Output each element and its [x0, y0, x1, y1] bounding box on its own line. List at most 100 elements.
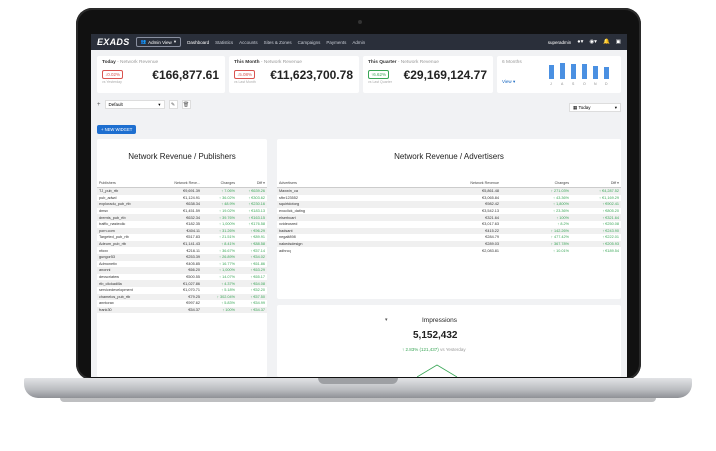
- table-cell: €5,861.48: [482, 189, 499, 194]
- nav-dashboard[interactable]: Dashboard: [187, 40, 209, 45]
- table-row[interactable]: squirtdotorg €982.42 ↑ 1,800% ↑ €902.41: [277, 201, 621, 208]
- table-row[interactable]: chamelos_pub_rtb €79.25 ↑ 302.04% ↑ €57.50: [97, 293, 267, 301]
- card-value: €166,877.61: [152, 68, 219, 82]
- table-cell: €2,083.81: [482, 248, 499, 253]
- table-row[interactable]: Admonetix €405.85 ↑ 16.77% ↑ €61.86: [97, 261, 267, 268]
- table-row[interactable]: frank30 €54.37 ↑ 100% ↑ €54.37: [97, 306, 267, 314]
- chat-icon[interactable]: ▣: [616, 39, 621, 45]
- table-row[interactable]: Adeum_pub_rtb €1,141.43 ↑ 8.41% ↑ €88.58: [97, 240, 267, 248]
- table-cell: €321.64: [485, 215, 499, 220]
- table-cell: ↑ €321.64: [602, 215, 619, 220]
- mini-bar[interactable]: [582, 64, 587, 79]
- bell-icon[interactable]: 🔔: [603, 39, 610, 45]
- table-cell: ↑ 5.83%: [221, 301, 235, 306]
- table-cell: frank30: [99, 307, 112, 312]
- chevron-down-icon: ▾: [158, 101, 161, 107]
- mini-bar[interactable]: [571, 63, 576, 79]
- nav-admin[interactable]: Admin: [352, 40, 365, 45]
- table-row[interactable]: Maxwin_ca €5,861.48 ↑ 271.03% ↑ €4,287.52: [277, 188, 621, 195]
- table-row[interactable]: exploradu_pub_rtb €638.34 ↑ 48.9% ↑ €230.16: [97, 201, 267, 208]
- table-cell: €216.11: [186, 248, 200, 253]
- app-logo[interactable]: EXADS: [97, 37, 130, 47]
- edit-icon[interactable]: ✎: [168, 100, 178, 109]
- mini-bar-chart: JASOND: [547, 60, 617, 86]
- table-cell: €405.85: [186, 261, 200, 266]
- chevron-down-icon[interactable]: ▾: [385, 317, 388, 323]
- table-cell: €1,027.86: [183, 281, 200, 286]
- table-row[interactable]: anntorax €997.62 ↑ 5.83% ↑ €54.99: [97, 300, 267, 307]
- globe-icon[interactable]: ◉▾: [589, 39, 597, 45]
- advertisers-panel: Network Revenue / Advertisers Advertiser…: [277, 139, 621, 299]
- table-cell: Adeum_pub_rtb: [99, 242, 127, 247]
- card-quarter: This Quarter - Network Revenue ↑6.62% €2…: [363, 56, 493, 93]
- username[interactable]: superadmin: [548, 40, 572, 45]
- table-row[interactable]: elserbcart €321.64 ↑ 100% ↑ €321.64: [277, 214, 621, 221]
- table-cell: ↑ 10.01%: [553, 248, 569, 253]
- card-note: vs Last Quarter: [368, 80, 392, 84]
- table-cell: ↑ €96.29: [250, 228, 265, 233]
- table-row[interactable]: gungor53 €253.39 ↑ 26.89% ↑ €54.02: [97, 253, 267, 261]
- table-row[interactable]: dmsv €1,451.59 ↑ 19.02% ↑ €183.13: [97, 208, 267, 215]
- table-cell: xvideosred: [279, 222, 298, 227]
- table-cell: ↑ 36.67%: [219, 248, 235, 253]
- card-today: Today - Network Revenue ↓0.02% €166,877.…: [97, 56, 225, 93]
- table-cell: €1,451.59: [183, 209, 200, 214]
- table-row[interactable]: exoclick_dating €3,542.13 ↑ 23.36% ↑ €805.2…: [277, 208, 621, 215]
- table-cell: dmsv: [99, 209, 109, 214]
- table-row[interactable]: anonni €66.20 ↑ 1,000% ↑ €63.29: [97, 267, 267, 274]
- mini-bar[interactable]: [593, 66, 598, 79]
- layout-select[interactable]: Default ▾: [104, 100, 165, 109]
- table-cell: ↑ €61.86: [250, 261, 265, 266]
- table-cell: €289.03: [485, 242, 499, 247]
- table-row[interactable]: nakedsdesign €289.03 ↑ 367.78% ↑ €205.93: [277, 240, 621, 248]
- mini-bar-label: O: [583, 82, 586, 86]
- table-row[interactable]: porn.com €404.11 ↑ 31.26% ↑ €96.29: [97, 227, 267, 235]
- table-cell: anonni: [99, 268, 111, 273]
- nav-sites-zones[interactable]: Sites & Zones: [264, 40, 292, 45]
- date-range-select[interactable]: ▦ Today ▾: [569, 103, 621, 112]
- table-cell: ↑ 21.51%: [219, 235, 235, 240]
- card-month: This Month - Network Revenue ↓5.08% €11,…: [229, 56, 359, 93]
- change-badge: ↑6.62%: [368, 70, 390, 79]
- table-row[interactable]: rtb_clickadilla €1,027.86 ↑ 4.37% ↑ €64.08: [97, 280, 267, 287]
- admin-view-dropdown[interactable]: 👥 Admin View ▾: [135, 37, 182, 47]
- new-widget-button[interactable]: + NEW WIDGET: [97, 125, 137, 134]
- table-row[interactable]: TJ_pub_rtb €9,691.39 ↑ 7.06% ↑ €639.26: [97, 188, 267, 195]
- table-cell: €182.35: [186, 222, 200, 227]
- table-cell: ↑ 39.76%: [219, 215, 235, 220]
- table-cell: ↑ €64.08: [250, 281, 265, 286]
- nav-accounts[interactable]: Accounts: [239, 40, 258, 45]
- table-cell: ↑ €902.41: [602, 202, 619, 207]
- table-row[interactable]: sfbr123552 €3,065.84 ↑ 43.36% ↑ €1,169.29: [277, 195, 621, 202]
- table-row[interactable]: negalt898 €284.79 ↑ 477.42% ↑ €222.01: [277, 234, 621, 241]
- mini-bar[interactable]: [549, 65, 554, 79]
- table-row[interactable]: badsant €415.22 ↑ 142.26% ↑ €243.90: [277, 227, 621, 235]
- table-row[interactable]: dremts_pub_rtb €632.34 ↑ 39.76% ↑ €163.15: [97, 214, 267, 221]
- table-row[interactable]: servicedevelopment €1,070.71 ↑ 5.18% ↑ €52.…: [97, 287, 267, 294]
- mini-bar[interactable]: [604, 67, 609, 79]
- mini-bar[interactable]: [560, 63, 565, 79]
- table-row[interactable]: xvideosred €3,017.63 ↑ 8.2% ↑ €250.08: [277, 221, 621, 228]
- table-row[interactable]: nfoxx €216.11 ↑ 36.67% ↑ €57.14: [97, 247, 267, 254]
- table-cell: ↑ 142.26%: [551, 228, 569, 233]
- trash-icon[interactable]: 🗑: [181, 100, 191, 109]
- mini-bar-label: S: [572, 82, 575, 86]
- table-row[interactable]: devscriatew €500.55 ↑ 14.07% ↑ €65.17: [97, 274, 267, 281]
- table-row[interactable]: Targeted_pub_rtb €517.83 ↑ 21.51% ↑ €89.91: [97, 234, 267, 241]
- table-cell: €3,065.84: [482, 195, 499, 200]
- nav-payments[interactable]: Payments: [326, 40, 346, 45]
- table-cell: €1,141.43: [183, 242, 200, 247]
- user-icon[interactable]: ●▾: [577, 39, 583, 45]
- table-cell: ↑ 477.42%: [551, 235, 569, 240]
- add-icon[interactable]: +: [97, 102, 101, 108]
- table-cell: exoclick_dating: [279, 209, 305, 214]
- table-cell: ↑ 1,000%: [219, 222, 235, 227]
- table-cell: ↑ 19.02%: [219, 209, 235, 214]
- table-row[interactable]: pub_adwd €1,124.91 ↑ 36.02% ↑ €303.62: [97, 195, 267, 202]
- main-nav: Dashboard Statistics Accounts Sites & Zo…: [187, 40, 365, 45]
- nav-campaigns[interactable]: Campaigns: [298, 40, 321, 45]
- table-row[interactable]: adhrcq €2,083.81 ↑ 10.01% ↑ €189.54: [277, 247, 621, 254]
- table-row[interactable]: traffic_nasteolic €182.35 ↑ 1,000% ↑ €176.5…: [97, 221, 267, 228]
- view-link[interactable]: View ▾: [502, 79, 515, 85]
- nav-statistics[interactable]: Statistics: [215, 40, 233, 45]
